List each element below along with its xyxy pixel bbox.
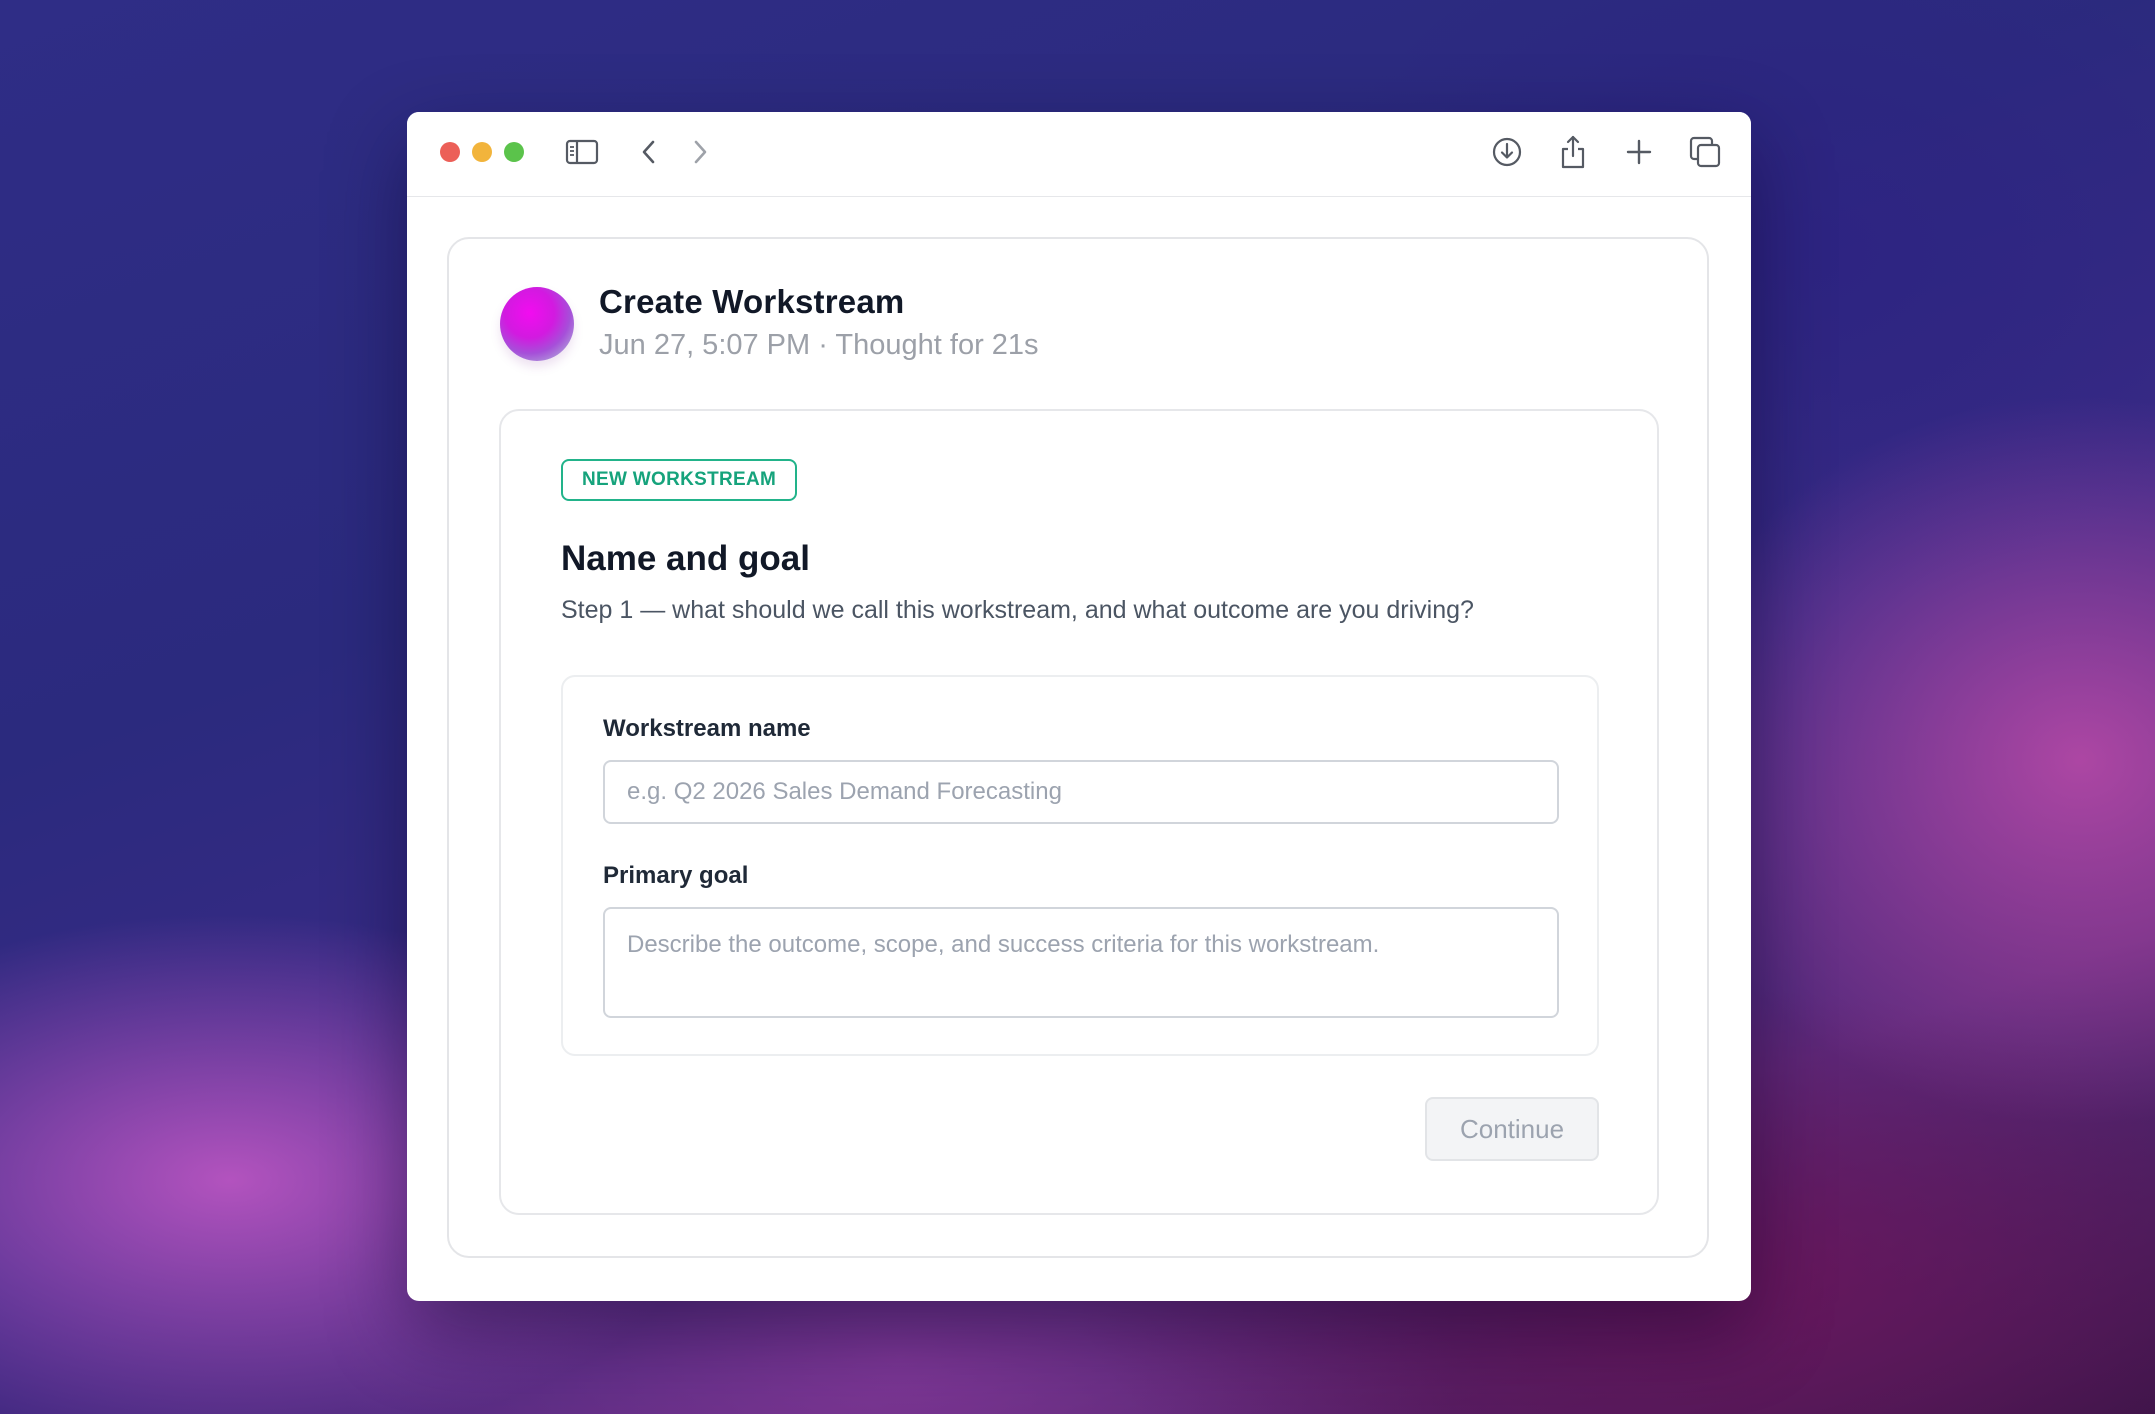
- continue-button[interactable]: Continue: [1425, 1097, 1599, 1161]
- zoom-window-button[interactable]: [504, 142, 524, 162]
- new-tab-icon[interactable]: [1619, 132, 1659, 172]
- new-workstream-badge: NEW WORKSTREAM: [561, 459, 798, 501]
- assistant-message-card: Create Workstream Jun 27, 5:07 PM · Thou…: [447, 237, 1709, 1258]
- close-window-button[interactable]: [440, 142, 460, 162]
- share-icon[interactable]: [1553, 132, 1593, 172]
- primary-goal-textarea[interactable]: [603, 907, 1559, 1018]
- message-timestamp: Jun 27, 5:07 PM · Thought for 21s: [599, 329, 1039, 361]
- download-icon[interactable]: [1487, 132, 1527, 172]
- section-heading: Name and goal: [561, 539, 810, 578]
- workstream-form-card: NEW WORKSTREAM Name and goal Step 1 — wh…: [499, 409, 1659, 1215]
- browser-toolbar: [407, 112, 1751, 197]
- workstream-name-input[interactable]: [603, 760, 1559, 824]
- browser-window: Create Workstream Jun 27, 5:07 PM · Thou…: [407, 112, 1751, 1301]
- forward-icon[interactable]: [680, 132, 720, 172]
- sidebar-icon[interactable]: [562, 132, 602, 172]
- assistant-avatar: [500, 287, 574, 361]
- section-description: Step 1 — what should we call this workst…: [561, 596, 1474, 624]
- back-icon[interactable]: [629, 132, 669, 172]
- tabs-overview-icon[interactable]: [1685, 132, 1725, 172]
- primary-goal-label: Primary goal: [603, 862, 749, 889]
- workstream-name-label: Workstream name: [603, 715, 811, 742]
- message-title: Create Workstream: [599, 283, 905, 320]
- form-fields-box: Workstream name Primary goal: [561, 675, 1599, 1056]
- minimize-window-button[interactable]: [472, 142, 492, 162]
